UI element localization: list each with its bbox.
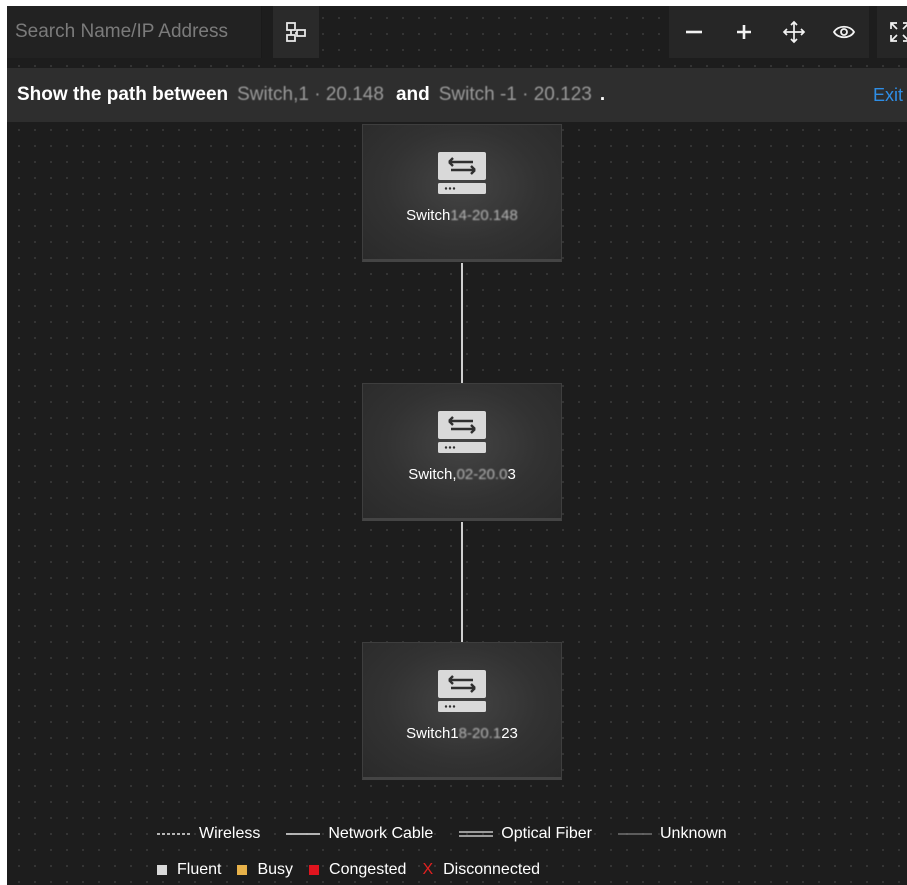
legend-network-cable: Network Cable	[286, 825, 433, 843]
double-line-icon	[459, 831, 494, 837]
switch-icon	[438, 152, 486, 194]
legend-congested: Congested	[309, 861, 406, 879]
search-box[interactable]	[7, 6, 262, 58]
legend-optical-fiber: Optical Fiber	[459, 825, 592, 843]
search-input[interactable]	[7, 6, 261, 58]
device-label: Switch,02-20.03	[408, 466, 516, 483]
topology-canvas[interactable]: Show the path between Switch,1 · 20.148 …	[7, 6, 907, 885]
exit-link[interactable]: Exit	[873, 85, 903, 106]
switch-icon	[438, 411, 486, 453]
status-legend: Fluent Busy Congested X Disconnected	[157, 858, 566, 882]
legend-unknown: Unknown	[617, 825, 727, 843]
banner-device-b: Switch -1 · 20.123	[438, 84, 592, 105]
device-label: Switch18-20.123	[406, 725, 518, 742]
banner-text: Show the path between	[17, 84, 229, 105]
thin-line-icon	[617, 833, 652, 835]
fullscreen-button[interactable]	[877, 6, 907, 58]
congested-swatch	[309, 865, 320, 875]
legend-busy: Busy	[237, 861, 293, 879]
link-type-legend: Wireless Network Cable Optical Fiber Unk…	[157, 822, 753, 846]
view-button[interactable]	[826, 14, 862, 50]
banner-device-a: Switch,1 · 20.148	[237, 84, 384, 105]
device-label: Switch14-20.148	[406, 207, 518, 224]
path-banner: Show the path between Switch,1 · 20.148 …	[7, 68, 907, 122]
device-node[interactable]: Switch,02-20.03	[362, 383, 562, 521]
canvas-tool-group	[669, 6, 869, 58]
busy-swatch	[237, 865, 248, 875]
zoom-out-button[interactable]	[676, 14, 712, 50]
banner-conjunction: and	[395, 84, 430, 105]
solid-line-icon	[286, 833, 321, 835]
topology-view-button[interactable]	[273, 6, 319, 58]
plus-icon	[737, 25, 751, 39]
disconnected-x-icon: X	[422, 861, 434, 878]
fullscreen-icon	[890, 22, 907, 42]
banner-period: .	[599, 84, 606, 105]
device-node[interactable]: Switch18-20.123	[362, 642, 562, 780]
eye-icon	[832, 25, 856, 39]
device-node[interactable]: Switch14-20.148	[362, 124, 562, 262]
network-link[interactable]	[461, 263, 463, 383]
legend-fluent: Fluent	[157, 861, 221, 879]
switch-icon	[438, 670, 486, 712]
topology-icon	[286, 22, 306, 42]
move-arrows-icon	[782, 20, 806, 44]
network-link[interactable]	[461, 522, 463, 642]
legend-disconnected: X Disconnected	[422, 861, 541, 878]
fluent-swatch	[157, 865, 167, 875]
minus-icon	[686, 30, 702, 34]
zoom-in-button[interactable]	[726, 14, 762, 50]
dashed-line-icon	[157, 833, 191, 835]
move-button[interactable]	[776, 14, 812, 50]
legend-wireless: Wireless	[157, 825, 260, 843]
